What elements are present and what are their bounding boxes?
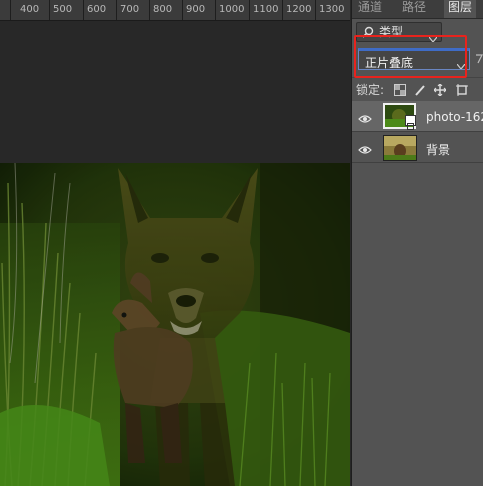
ruler-tick	[149, 0, 150, 20]
ruler-label: 1100	[253, 4, 279, 15]
fox-rabbit-image	[0, 163, 350, 486]
layer-row-background[interactable]: 背景	[352, 132, 483, 163]
ruler-label: 900	[186, 4, 206, 15]
chevron-down-icon	[456, 58, 466, 72]
document-canvas[interactable]	[0, 21, 350, 486]
layer-name[interactable]: photo-1620	[426, 110, 483, 124]
ruler-tick	[249, 0, 250, 20]
ruler-tick	[315, 0, 316, 20]
lock-artboard-icon[interactable]	[456, 81, 468, 100]
ruler-tick	[116, 0, 117, 20]
panel-tabs: 通道 路径 图层	[352, 0, 483, 19]
tab-paths[interactable]: 路径	[398, 0, 430, 18]
layer-row-photo[interactable]: photo-1620	[352, 101, 483, 132]
layer-filter-dropdown[interactable]: 类型	[356, 22, 442, 43]
ruler-tick	[83, 0, 84, 20]
rabbit-thumbnail	[383, 135, 417, 161]
horizontal-ruler[interactable]: 400 500 600 700 800 900 1000 1100 1200 1…	[0, 0, 350, 21]
ruler-tick	[49, 0, 50, 20]
tab-layers[interactable]: 图层	[444, 0, 477, 18]
lock-image-pixels-icon[interactable]	[414, 81, 426, 100]
blend-mode-dropdown[interactable]: 正片叠底	[358, 48, 470, 70]
ruler-label: 1200	[286, 4, 312, 15]
ruler-tick	[282, 0, 283, 20]
ruler-label: 600	[87, 4, 107, 15]
ruler-tick	[10, 0, 11, 20]
smart-object-icon	[405, 115, 416, 130]
layers-panel: 通道 路径 图层 类型 正片叠底 锁定: photo-16 背景	[351, 0, 483, 486]
search-icon	[362, 25, 374, 43]
ruler-label: 1300	[319, 4, 345, 15]
opacity-label-clipped	[475, 53, 483, 68]
lock-transparent-pixels-icon[interactable]	[394, 81, 406, 100]
eye-icon[interactable]	[358, 140, 372, 159]
lock-row: 锁定:	[352, 77, 483, 100]
ruler-tick	[215, 0, 216, 20]
eye-icon[interactable]	[358, 109, 372, 128]
ruler-label: 800	[153, 4, 173, 15]
layer-name[interactable]: 背景	[426, 141, 450, 158]
ruler-tick	[182, 0, 183, 20]
layer-filter-row: 类型	[352, 19, 483, 43]
lock-position-icon[interactable]	[433, 81, 447, 100]
ruler-label: 400	[20, 4, 40, 15]
ruler-label: 500	[53, 4, 73, 15]
ruler-label: 1000	[219, 4, 245, 15]
tab-channels[interactable]: 通道	[354, 0, 386, 18]
lock-label: 锁定:	[356, 83, 385, 97]
blend-mode-row: 正片叠底	[352, 45, 483, 75]
filter-value: 类型	[379, 25, 404, 39]
blend-mode-value: 正片叠底	[365, 56, 414, 70]
ruler-label: 700	[120, 4, 140, 15]
composite-photo[interactable]	[0, 163, 350, 486]
